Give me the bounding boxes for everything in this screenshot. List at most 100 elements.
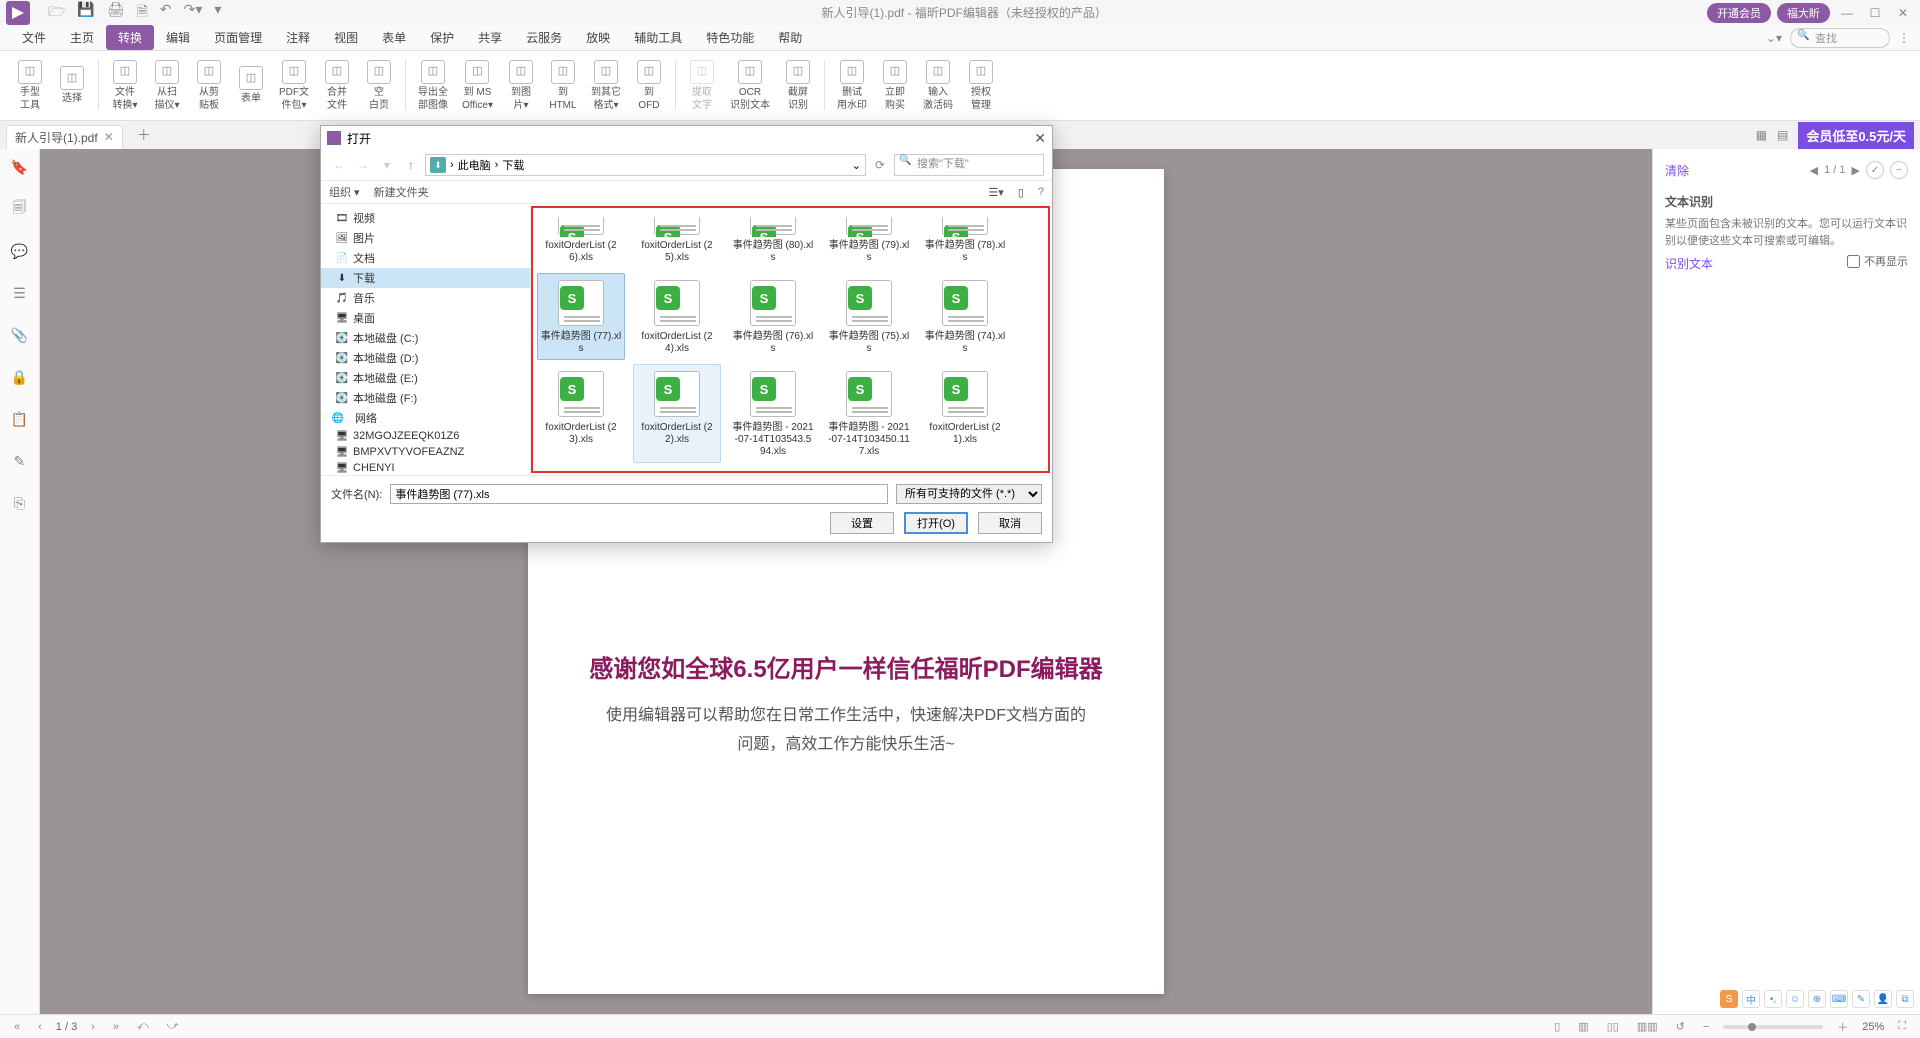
- ime-button-0[interactable]: S: [1720, 990, 1738, 1008]
- path-segment[interactable]: 此电脑: [458, 157, 491, 173]
- filename-input[interactable]: [390, 484, 888, 504]
- history-back-icon[interactable]: ⤺: [133, 1020, 153, 1033]
- qa-redo-icon[interactable]: ↷▾: [184, 1, 203, 25]
- layers-icon[interactable]: ☰: [10, 283, 30, 303]
- preview-pane-icon[interactable]: ▯: [1018, 186, 1024, 199]
- layout-grid-icon[interactable]: ▦: [1756, 128, 1767, 142]
- view-single-icon[interactable]: ▯: [1550, 1020, 1564, 1033]
- ribbon-button-20[interactable]: ◫截屏识别: [778, 55, 818, 116]
- qa-more-icon[interactable]: ▾: [214, 1, 221, 25]
- search-input[interactable]: 查找: [1790, 28, 1890, 48]
- zoom-slider[interactable]: [1723, 1025, 1823, 1029]
- ime-button-2[interactable]: •,: [1764, 990, 1782, 1008]
- zoom-out-icon[interactable]: −: [1699, 1021, 1713, 1033]
- tree-item[interactable]: 🖥BMPXVTYVOFEAZNZ: [321, 444, 530, 460]
- menu-item-2[interactable]: 转换: [106, 25, 154, 50]
- first-page-icon[interactable]: «: [10, 1021, 24, 1033]
- ribbon-button-8[interactable]: ◫合并文件: [317, 55, 357, 116]
- qa-save-icon[interactable]: 💾: [77, 1, 94, 25]
- tree-item[interactable]: 📄文档: [321, 248, 530, 268]
- ribbon-button-19[interactable]: ◫OCR识别文本: [724, 55, 776, 116]
- menu-item-11[interactable]: 放映: [574, 25, 622, 50]
- new-folder-button[interactable]: 新建文件夹: [374, 184, 429, 200]
- fullscreen-icon[interactable]: ⛶: [1894, 1020, 1910, 1033]
- menu-item-1[interactable]: 主页: [58, 25, 106, 50]
- file-item[interactable]: S事件趋势图 (75).xls: [825, 273, 913, 360]
- tree-item[interactable]: 🖥32MGOJZEEQK01Z6: [321, 428, 530, 444]
- signature-icon[interactable]: ✎: [10, 451, 30, 471]
- ribbon-button-5[interactable]: ◫从剪贴板: [189, 55, 229, 116]
- file-item[interactable]: SfoxitOrderList (23).xls: [537, 364, 625, 463]
- qa-undo-icon[interactable]: ↶: [160, 1, 172, 25]
- file-item[interactable]: S事件趋势图 (80).xls: [729, 212, 817, 269]
- ime-button-5[interactable]: ⌨: [1830, 990, 1848, 1008]
- add-tab-button[interactable]: ＋: [137, 125, 151, 145]
- file-item[interactable]: SfoxitOrderList (21).xls: [921, 364, 1009, 463]
- organize-button[interactable]: 组织 ▾: [329, 184, 360, 200]
- more-rail-icon[interactable]: ⎘: [10, 493, 30, 513]
- tree-item[interactable]: 🎞视频: [321, 208, 530, 228]
- file-item[interactable]: S事件趋势图 (77).xls: [537, 273, 625, 360]
- open-button[interactable]: 打开(O): [904, 512, 968, 534]
- tab-close-icon[interactable]: ✕: [104, 130, 114, 144]
- qa-open-icon[interactable]: 🗁: [48, 1, 65, 25]
- view-mode-icon[interactable]: ☰▾: [988, 186, 1003, 199]
- ribbon-button-9[interactable]: ◫空白页: [359, 55, 399, 116]
- file-item[interactable]: S事件趋势图 (76).xls: [729, 273, 817, 360]
- tree-item[interactable]: 🎵音乐: [321, 288, 530, 308]
- ime-button-1[interactable]: 中: [1742, 990, 1760, 1008]
- tree-item[interactable]: 💽本地磁盘 (D:): [321, 348, 530, 368]
- menu-item-0[interactable]: 文件: [10, 25, 58, 50]
- tree-item[interactable]: 🖥CHENYI: [321, 460, 530, 475]
- clear-link[interactable]: 清除: [1665, 162, 1689, 179]
- nav-up-icon[interactable]: ↑: [401, 155, 421, 175]
- menu-item-4[interactable]: 页面管理: [202, 25, 274, 50]
- nav-back-icon[interactable]: ←: [329, 155, 349, 175]
- ribbon-button-0[interactable]: ◫手型工具: [10, 55, 50, 116]
- folder-tree[interactable]: 🎞视频🖼图片📄文档⬇下载🎵音乐🖥桌面💽本地磁盘 (C:)💽本地磁盘 (D:)💽本…: [321, 204, 531, 475]
- document-tab[interactable]: 新人引导(1).pdf ✕: [6, 125, 123, 149]
- nav-forward-icon[interactable]: →: [353, 155, 373, 175]
- comments-icon[interactable]: 💬: [10, 241, 30, 261]
- ime-button-4[interactable]: ⊕: [1808, 990, 1826, 1008]
- reflow-icon[interactable]: ↺: [1672, 1020, 1689, 1033]
- page-indicator[interactable]: 1 / 3: [56, 1021, 77, 1033]
- close-button[interactable]: ✕: [1892, 6, 1914, 20]
- history-fwd-icon[interactable]: ⤻: [163, 1020, 183, 1033]
- file-item[interactable]: SfoxitOrderList (22).xls: [633, 364, 721, 463]
- maximize-button[interactable]: ☐: [1864, 6, 1886, 20]
- nav-history-icon[interactable]: ▾: [377, 155, 397, 175]
- ribbon-button-14[interactable]: ◫到HTML: [543, 55, 583, 116]
- ribbon-button-16[interactable]: ◫到OFD: [629, 55, 669, 116]
- file-item[interactable]: S事件趋势图 - 2021-07-14T103543.594.xls: [729, 364, 817, 463]
- menu-item-13[interactable]: 特色功能: [694, 25, 766, 50]
- file-list[interactable]: SfoxitOrderList (26).xlsSfoxitOrderList …: [531, 206, 1050, 473]
- ribbon-button-7[interactable]: ◫PDF文件包▾: [273, 55, 315, 116]
- cancel-button[interactable]: 取消: [978, 512, 1042, 534]
- ime-button-3[interactable]: ☺: [1786, 990, 1804, 1008]
- menu-item-14[interactable]: 帮助: [766, 25, 814, 50]
- menu-item-5[interactable]: 注释: [274, 25, 322, 50]
- tree-item[interactable]: 🌐网络: [321, 408, 530, 428]
- minimize-button[interactable]: —: [1836, 6, 1858, 20]
- bookmark-icon[interactable]: 🔖: [10, 157, 30, 177]
- tree-item[interactable]: ⬇下载: [321, 268, 530, 288]
- minus-icon[interactable]: −: [1890, 161, 1908, 179]
- view-cont-icon[interactable]: ▥: [1574, 1020, 1592, 1033]
- file-item[interactable]: SfoxitOrderList (26).xls: [537, 212, 625, 269]
- ribbon-button-3[interactable]: ◫文件转换▾: [105, 55, 145, 116]
- ribbon-button-25[interactable]: ◫授权管理: [961, 55, 1001, 116]
- tree-item[interactable]: 💽本地磁盘 (E:): [321, 368, 530, 388]
- pager-next-icon[interactable]: ▶: [1852, 164, 1860, 177]
- refresh-icon[interactable]: ⟳: [870, 155, 890, 175]
- menu-arrow-icon[interactable]: ⌄▾: [1766, 31, 1782, 45]
- menu-item-9[interactable]: 共享: [466, 25, 514, 50]
- file-item[interactable]: SfoxitOrderList (24).xls: [633, 273, 721, 360]
- path-segment[interactable]: 下载: [502, 157, 524, 173]
- attachments-icon[interactable]: 📎: [10, 325, 30, 345]
- prev-page-icon[interactable]: ‹: [34, 1021, 46, 1033]
- tree-item[interactable]: 💽本地磁盘 (C:): [321, 328, 530, 348]
- ribbon-button-23[interactable]: ◫立即购买: [875, 55, 915, 116]
- tree-item[interactable]: 🖥桌面: [321, 308, 530, 328]
- form-icon[interactable]: 📋: [10, 409, 30, 429]
